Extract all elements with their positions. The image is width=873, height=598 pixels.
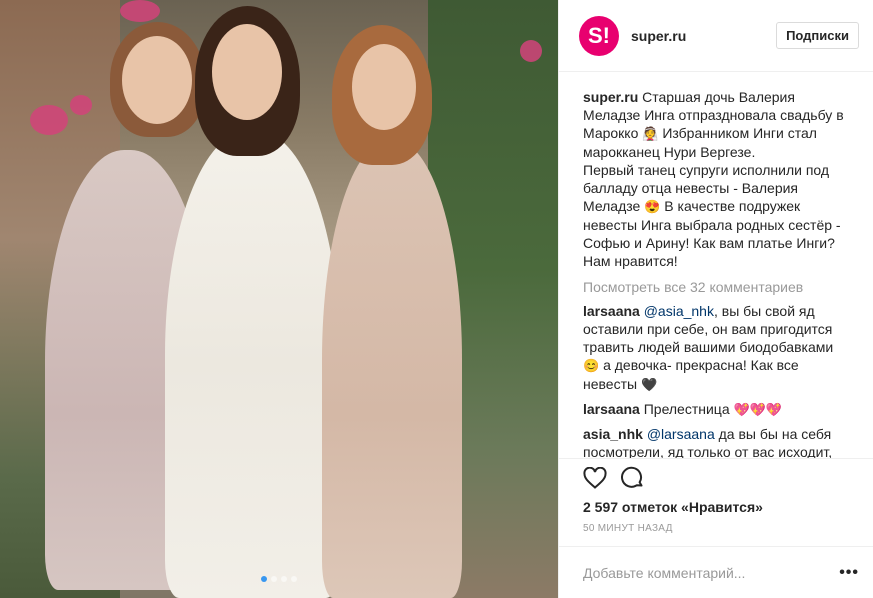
caption-username[interactable]: super.ru xyxy=(583,89,638,105)
more-options-icon[interactable]: ••• xyxy=(839,564,859,582)
view-all-comments-link[interactable]: Посмотреть все 32 комментариев xyxy=(583,278,853,296)
add-comment-input[interactable] xyxy=(583,564,840,581)
likes-count[interactable]: 2 597 отметок «Нравится» xyxy=(583,499,853,515)
post-sidebar: S! super.ru Подписки super.ru Старшая до… xyxy=(558,0,873,598)
sparkling-hearts-emoji: 💖💖💖 xyxy=(733,402,783,417)
face xyxy=(122,36,192,124)
smile-emoji: 😊 xyxy=(583,358,600,373)
action-icons xyxy=(583,459,853,499)
comment-icon[interactable] xyxy=(621,466,645,493)
following-button[interactable]: Подписки xyxy=(776,22,859,49)
face xyxy=(352,44,416,130)
post-timestamp[interactable]: 50 минут назад xyxy=(583,523,853,534)
carousel-dots xyxy=(261,576,297,582)
username-link[interactable]: super.ru xyxy=(631,28,776,44)
black-heart-emoji: 🖤 xyxy=(640,377,658,392)
post-header: S! super.ru Подписки xyxy=(559,0,873,72)
bride-emoji: 👰 xyxy=(642,126,659,141)
comment-text: Прелестница xyxy=(639,401,734,417)
carousel-dot[interactable] xyxy=(281,576,287,582)
comments-list: super.ru Старшая дочь Валерия Меладзе Ин… xyxy=(559,72,873,458)
comment-text: а девочка- прекрасна! Как все невесты xyxy=(583,357,799,392)
flowers xyxy=(520,40,542,62)
comment: larsaana Прелестница 💖💖💖 xyxy=(583,400,853,419)
avatar[interactable]: S! xyxy=(579,15,619,56)
post-photo[interactable] xyxy=(0,0,558,598)
carousel-dot[interactable] xyxy=(271,576,277,582)
face xyxy=(212,24,282,120)
flowers xyxy=(120,0,160,22)
mention-link[interactable]: @asia_nhk xyxy=(644,303,714,319)
instagram-post: S! super.ru Подписки super.ru Старшая до… xyxy=(0,0,873,598)
heart-eyes-emoji: 😍 xyxy=(644,199,661,214)
comment-username[interactable]: larsaana xyxy=(583,303,640,319)
comment-username[interactable]: asia_nhk xyxy=(583,426,643,442)
flowers xyxy=(70,95,92,115)
comment: asia_nhk @larsaana да вы бы на себя посм… xyxy=(583,425,853,458)
caption: super.ru Старшая дочь Валерия Меладзе Ин… xyxy=(583,88,853,270)
post-actions: 2 597 отметок «Нравится» 50 минут назад xyxy=(559,458,873,546)
bride xyxy=(165,130,340,598)
comment: larsaana @asia_nhk, вы бы свой яд остави… xyxy=(583,302,853,394)
heart-icon[interactable] xyxy=(583,466,607,492)
carousel-dot[interactable] xyxy=(291,576,297,582)
add-comment-row: ••• xyxy=(559,546,873,598)
bridesmaid-right xyxy=(322,140,462,598)
mention-link[interactable]: @larsaana xyxy=(647,426,715,442)
flowers xyxy=(30,105,68,135)
carousel-dot[interactable] xyxy=(261,576,267,582)
comment-username[interactable]: larsaana xyxy=(583,401,640,417)
